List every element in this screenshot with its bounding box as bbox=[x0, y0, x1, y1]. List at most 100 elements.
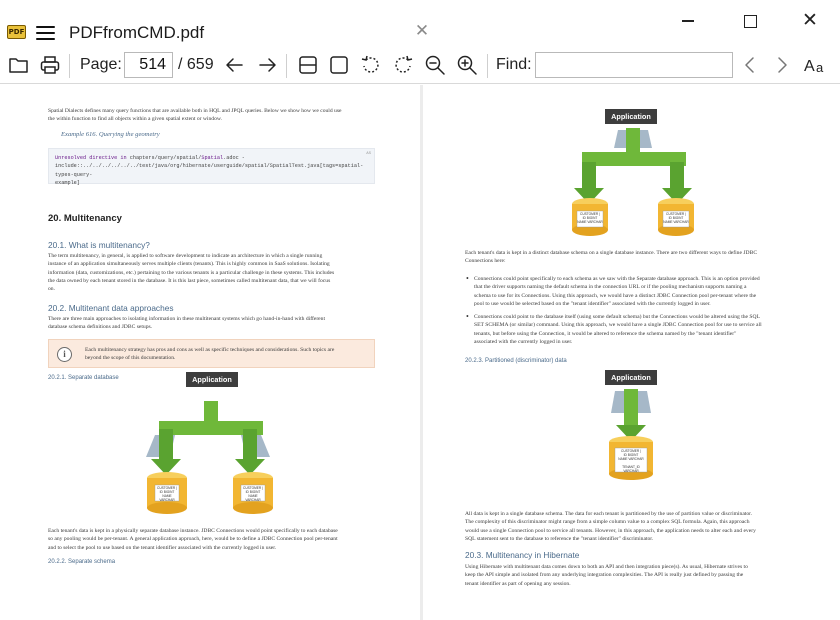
code-text: chapters/query/spatial/ bbox=[126, 155, 202, 161]
toolbar-separator bbox=[286, 54, 287, 78]
separate-schema-paragraph: Each tenant's data is kept in a distinct… bbox=[465, 249, 795, 266]
application-box: Application bbox=[605, 109, 657, 124]
text-line: All data is kept in a single database sc… bbox=[465, 511, 753, 517]
find-next-icon[interactable] bbox=[771, 54, 793, 76]
text-line: database schema definitions and JDBC set… bbox=[48, 324, 153, 331]
minimize-button[interactable] bbox=[676, 10, 702, 32]
maximize-button[interactable] bbox=[737, 10, 763, 32]
heading-partitioned-data: 20.2.3. Partitioned (discriminator) data bbox=[465, 358, 567, 364]
document-tab-title[interactable]: PDFfromCMD.pdf bbox=[69, 23, 204, 43]
toolbar-separator bbox=[69, 54, 70, 78]
partitioned-paragraph: All data is kept in a single database sc… bbox=[465, 510, 795, 543]
code-line: Unresolved directive in chapters/query/s… bbox=[55, 154, 368, 162]
rotate-left-icon[interactable] bbox=[360, 54, 382, 76]
text-line: beyond the scope of this documentation. bbox=[85, 355, 176, 362]
previous-page-icon[interactable] bbox=[224, 54, 246, 76]
code-language-badge: AS bbox=[366, 152, 371, 156]
toolbar: Page: 514 / 659 Find: Aa bbox=[0, 46, 840, 84]
text-line: information (data, customizations, etc.)… bbox=[48, 269, 335, 276]
db-table-label: CUSTOMER | ID BIGINT NAME VARCHAR bbox=[155, 486, 179, 502]
pdf-page-right: Application CUSTOMER | ID BIGINT NAME VARC… bbox=[423, 85, 840, 620]
text-line: tenant identifier as part of opening any… bbox=[465, 580, 571, 587]
code-text: .adoc - bbox=[223, 155, 245, 161]
text-line: NAME VARCHAR bbox=[245, 494, 261, 502]
text-line: The term multitenancy, in general, is ap… bbox=[48, 253, 323, 259]
text-line: so any pooling would be per-tenant. A ge… bbox=[48, 536, 338, 543]
heading-approaches: 20.2. Multitenant data approaches bbox=[48, 303, 174, 313]
close-window-button[interactable]: ✕ bbox=[797, 10, 823, 32]
text-line: TENANT_ID VARCHAR bbox=[622, 465, 640, 473]
text-line: Using Hibernate with multitenant data co… bbox=[465, 564, 748, 570]
text-line: would use a single Connection pool to se… bbox=[465, 527, 756, 534]
heading-multitenancy: 20. Multitenancy bbox=[48, 213, 122, 224]
text-line: The complexity of this discriminator mig… bbox=[465, 519, 750, 526]
page-total-label: / 659 bbox=[178, 56, 214, 73]
heading-multitenancy-in-hibernate: 20.3. Multitenancy in Hibernate bbox=[465, 550, 580, 560]
find-input[interactable] bbox=[535, 52, 733, 78]
bullet-item: Connections could point specifically to … bbox=[466, 275, 796, 308]
page-label: Page: bbox=[80, 56, 122, 73]
db-table-label: CUSTOMER | ID BIGINT NAME VARCHAR bbox=[577, 212, 603, 224]
tab-close-icon[interactable]: ✕ bbox=[414, 22, 430, 39]
note-callout: i Each multitenancy strategy has pros an… bbox=[48, 339, 375, 368]
partitioned-data-diagram: Application CUSTOMER | ID BIGINT NAME VARC… bbox=[603, 370, 659, 481]
text-line: keep the API simple and isolated from an… bbox=[465, 572, 744, 579]
hamburger-menu-icon[interactable] bbox=[36, 26, 55, 40]
note-text: Each multitenancy strategy has pros and … bbox=[85, 346, 370, 363]
info-icon: i bbox=[57, 347, 72, 362]
find-label: Find: bbox=[496, 56, 532, 73]
text-line: and to select the pool to use based on t… bbox=[48, 544, 277, 551]
separate-database-paragraph: Each tenant's data is kept in a physical… bbox=[48, 527, 378, 552]
heading-separate-database: 20.2.1. Separate database bbox=[48, 375, 119, 381]
pdf-page-left: Spatial Dialects defines many query func… bbox=[0, 85, 420, 620]
text-line: the data owned by each tenant stored in … bbox=[48, 277, 331, 284]
db-table-label: CUSTOMER | ID BIGINT NAME VARCHAR bbox=[241, 486, 265, 502]
code-keyword: Spatial bbox=[201, 155, 224, 161]
print-icon[interactable] bbox=[39, 54, 61, 76]
rotate-right-icon[interactable] bbox=[392, 54, 414, 76]
text-line: Each tenant's data is kept in a distinct… bbox=[465, 250, 758, 256]
single-page-icon[interactable] bbox=[328, 54, 350, 76]
match-case-icon[interactable]: Aa bbox=[803, 54, 829, 76]
text-line: tenants, but before using the Connection… bbox=[474, 330, 737, 337]
app-logo-icon: PDF bbox=[7, 25, 26, 39]
text-line: NAME VARCHAR bbox=[618, 457, 644, 461]
text-line: pool to use would be selected based on t… bbox=[474, 300, 711, 307]
open-folder-icon[interactable] bbox=[8, 54, 30, 76]
code-line: example] bbox=[55, 180, 80, 187]
text-line: Each tenant's data is kept in a physical… bbox=[48, 528, 338, 534]
next-page-icon[interactable] bbox=[256, 54, 278, 76]
page-number-input[interactable]: 514 bbox=[124, 52, 173, 78]
text-line: Connections could point specifically to … bbox=[474, 276, 760, 282]
text-line: Spatial Dialects defines many query func… bbox=[48, 108, 342, 114]
text-line: Connections here: bbox=[465, 258, 506, 265]
heading-separate-schema: 20.2.2. Separate schema bbox=[48, 559, 116, 565]
text-line: Connections could point to the database … bbox=[474, 314, 760, 320]
approaches-paragraph: There are three main approaches to isola… bbox=[48, 315, 378, 332]
text-line: NAME VARCHAR bbox=[577, 220, 603, 224]
text-line: on. bbox=[48, 286, 55, 293]
what-is-paragraph: The term multitenancy, in general, is ap… bbox=[48, 252, 378, 293]
text-line: the within function to find all objects … bbox=[48, 116, 222, 123]
separate-database-diagram: Application CUSTOMER | ID BIGINT NAME VARC… bbox=[143, 372, 283, 523]
separate-schema-diagram: Application CUSTOMER | ID BIGINT NAME VARC… bbox=[568, 109, 708, 240]
text-line: Each multitenancy strategy has pros and … bbox=[85, 347, 335, 353]
title-bar: PDF PDFfromCMD.pdf ✕ ✕ bbox=[0, 0, 840, 46]
text-line: SQL statement sent to the database to re… bbox=[465, 535, 654, 542]
continuous-scroll-icon[interactable] bbox=[297, 54, 319, 76]
document-viewer[interactable]: Spatial Dialects defines many query func… bbox=[0, 85, 840, 620]
heading-what-is-multitenancy: 20.1. What is multitenancy? bbox=[48, 240, 150, 250]
toolbar-separator bbox=[487, 54, 488, 78]
db-table-label: CUSTOMER | ID BIGINT NAME VARCHAR TENANT_ID… bbox=[615, 449, 647, 473]
text-line: instance of an application simultaneousl… bbox=[48, 261, 330, 268]
text-line: NAME VARCHAR bbox=[663, 220, 689, 224]
application-box: Application bbox=[605, 370, 657, 385]
text-line: schema to use for its Connections. Using… bbox=[474, 292, 757, 299]
text-line: that the driver supports naming the defa… bbox=[474, 284, 747, 291]
zoom-out-icon[interactable] bbox=[424, 54, 446, 76]
hibernate-paragraph: Using Hibernate with multitenant data co… bbox=[465, 563, 795, 588]
code-keyword: Unresolved directive in bbox=[55, 155, 127, 161]
text-line: associated with the currently logged in … bbox=[474, 338, 573, 345]
find-previous-icon[interactable] bbox=[739, 54, 761, 76]
zoom-in-icon[interactable] bbox=[456, 54, 478, 76]
